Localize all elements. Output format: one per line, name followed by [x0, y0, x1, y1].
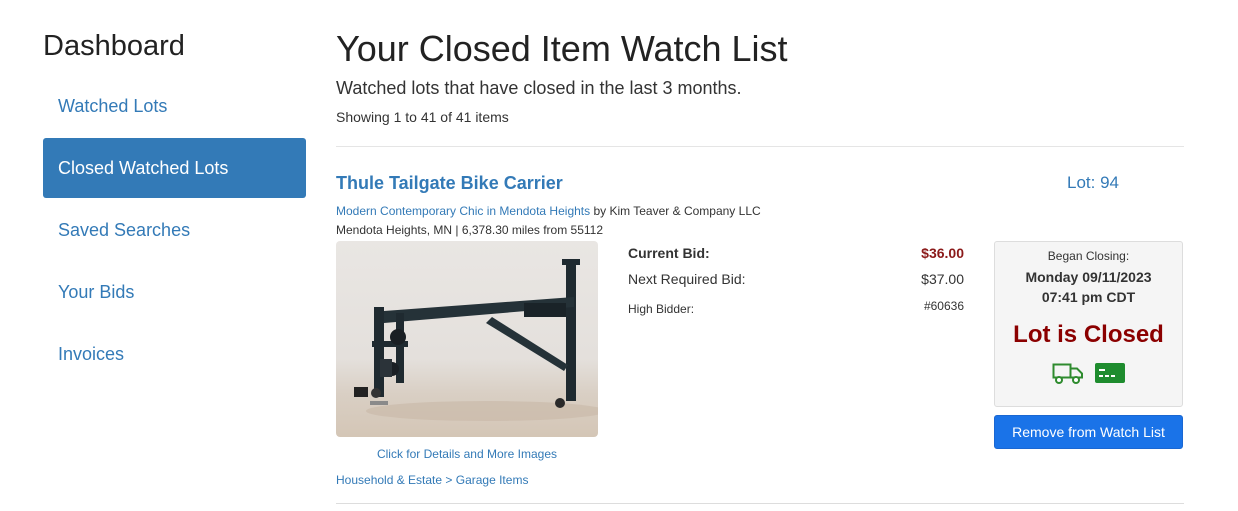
sidebar-title: Dashboard — [43, 30, 185, 62]
lot-photo[interactable] — [336, 241, 598, 437]
seller-line: Modern Contemporary Chic in Mendota Heig… — [336, 203, 1184, 219]
sidebar-item-closed-watched-lots[interactable]: Closed Watched Lots — [43, 138, 306, 198]
remove-from-watch-list-button[interactable]: Remove from Watch List — [994, 415, 1183, 449]
page-subtitle: Watched lots that have closed in the las… — [336, 78, 742, 98]
closing-date: Monday 09/11/2023 — [1025, 269, 1152, 285]
current-bid-row: Current Bid: $36.00 — [628, 241, 964, 267]
bottom-divider — [336, 503, 1184, 504]
lot-status: Lot is Closed — [1013, 321, 1164, 348]
next-bid-label: Next Required Bid: — [628, 271, 746, 287]
sidebar-item-your-bids[interactable]: Your Bids — [43, 262, 306, 322]
closing-status-box: Began Closing: Monday 09/11/2023 07:41 p… — [994, 241, 1183, 407]
sidebar-item-watched-lots[interactable]: Watched Lots — [43, 76, 306, 136]
high-bidder-row: High Bidder: #60636 — [628, 293, 964, 319]
lot-body: Click for Details and More Images Househ… — [336, 241, 1184, 491]
seller-name: by Kim Teaver & Company LLC — [593, 204, 761, 218]
truck-icon — [1052, 361, 1084, 385]
sidebar-item-saved-searches[interactable]: Saved Searches — [43, 200, 306, 260]
sidebar: Dashboard Watched Lots Closed Watched Lo… — [43, 28, 306, 386]
next-bid-row: Next Required Bid: $37.00 — [628, 267, 964, 293]
auction-link[interactable]: Modern Contemporary Chic in Mendota Heig… — [336, 204, 590, 218]
divider — [336, 146, 1184, 147]
payment-card-icon — [1094, 361, 1126, 385]
high-bidder-label: High Bidder: — [628, 302, 695, 316]
current-bid-value: $36.00 — [921, 245, 964, 261]
page-title: Your Closed Item Watch List — [336, 28, 788, 69]
next-bid-value: $37.00 — [921, 271, 964, 287]
high-bidder-value: #60636 — [923, 299, 964, 313]
sidebar-item-invoices[interactable]: Invoices — [43, 324, 306, 384]
details-images-link[interactable]: Click for Details and More Images — [336, 447, 598, 461]
lot-title-link[interactable]: Thule Tailgate Bike Carrier — [336, 173, 563, 193]
closing-time: 07:41 pm CDT — [1041, 289, 1136, 305]
lot-location: Mendota Heights, MN | 6,378.30 miles fro… — [336, 223, 604, 237]
lot-number: Lot: 94 — [1067, 173, 1119, 192]
bike-carrier-image — [354, 259, 598, 421]
bid-details: Current Bid: $36.00 Next Required Bid: $… — [628, 241, 964, 319]
main-content: Your Closed Item Watch List Watched lots… — [336, 28, 1184, 491]
lot-feature-icons — [995, 361, 1182, 385]
began-closing-label: Began Closing: — [1047, 249, 1130, 263]
lot-header: Thule Tailgate Bike Carrier Lot: 94 — [336, 173, 1184, 197]
item-count: Showing 1 to 41 of 41 items — [336, 109, 509, 125]
current-bid-label: Current Bid: — [628, 245, 710, 261]
category-breadcrumb[interactable]: Household & Estate > Garage Items — [336, 473, 528, 487]
